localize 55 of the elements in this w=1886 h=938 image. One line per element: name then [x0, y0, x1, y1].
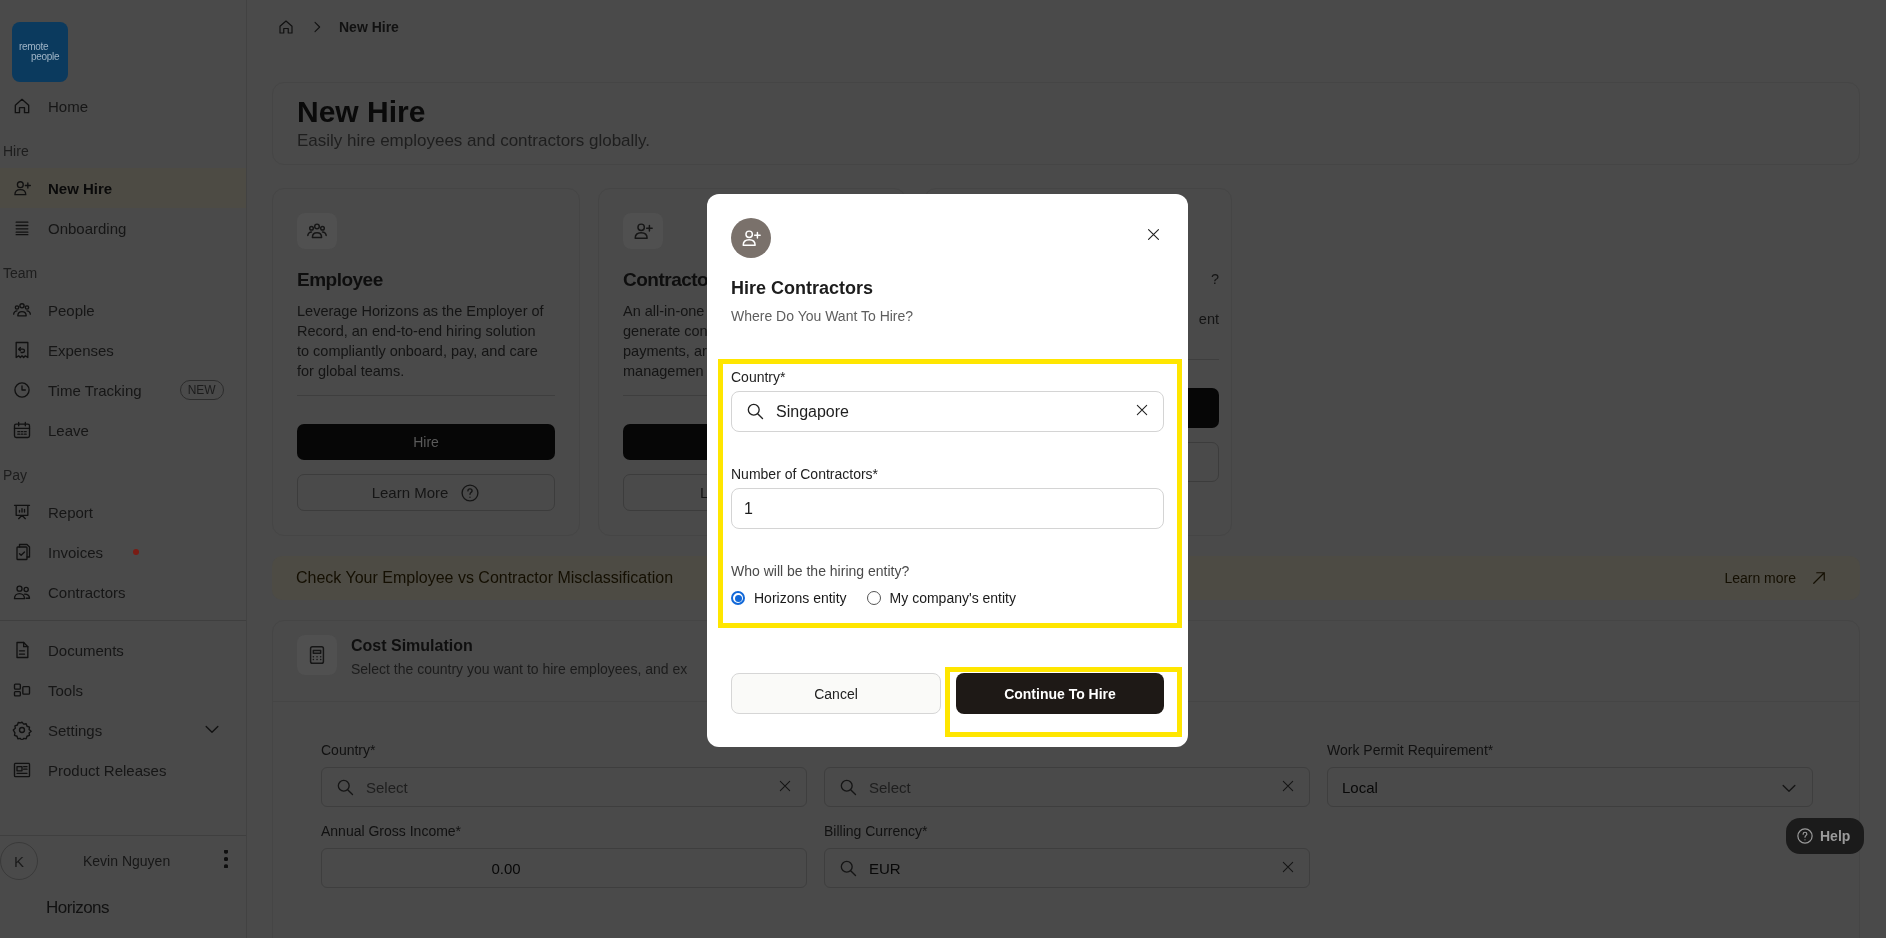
search-icon: [838, 777, 858, 797]
radio-button[interactable]: [731, 591, 745, 605]
banner-text: Check Your Employee vs Contractor Misclassification: [296, 569, 674, 587]
breadcrumb-current: New Hire: [339, 19, 399, 35]
card-title: Contracto: [623, 269, 709, 292]
card-title: Employee: [297, 269, 383, 292]
brand-logo: Horizons: [46, 898, 111, 918]
help-button[interactable]: Help: [1786, 818, 1865, 854]
number-field[interactable]: 1: [731, 488, 1164, 529]
arrow-up-right-icon: [1810, 569, 1828, 587]
person-plus-icon: [12, 178, 32, 198]
search-field[interactable]: EUR: [824, 848, 1310, 888]
close-icon: [1145, 226, 1162, 243]
field-label: Country*: [321, 742, 376, 758]
calendar-icon: [12, 420, 32, 440]
help-icon: [460, 482, 481, 503]
group-icon: [12, 300, 32, 320]
clear-icon: [1280, 859, 1296, 875]
field-label: Work Permit Requirement*: [1327, 742, 1494, 758]
dropdown-field[interactable]: Local: [1327, 767, 1813, 807]
dialog-title: Hire Contractors: [731, 278, 875, 299]
hire-button[interactable]: Hire: [297, 424, 555, 461]
radio-option[interactable]: My company's entity: [866, 590, 1016, 606]
card-description: ?: [1210, 270, 1219, 289]
logo: remote people: [12, 22, 68, 82]
clear-icon: [777, 778, 793, 794]
learn-more-link[interactable]: Learn more: [1724, 569, 1828, 587]
help-icon: [1796, 827, 1814, 845]
amount-field[interactable]: 0.00: [321, 848, 807, 888]
continue-button[interactable]: Continue To Hire: [956, 673, 1164, 714]
search-icon: [838, 858, 858, 878]
clock-icon: [12, 380, 32, 400]
field-label: Annual Gross Income*: [321, 823, 462, 839]
dialog-subtitle: Where Do You Want To Hire?: [731, 308, 915, 324]
field-label: Number of Contractors*: [731, 466, 879, 482]
search-field[interactable]: Singapore: [731, 391, 1164, 432]
nav-item[interactable]: New Hire: [0, 168, 246, 208]
more-icon: [224, 850, 228, 868]
question-text: Who will be the hiring entity?: [731, 563, 911, 579]
home-icon: [277, 18, 295, 36]
clear-icon: [1280, 778, 1296, 794]
radio-option[interactable]: Horizons entity: [731, 590, 847, 606]
search-icon: [335, 777, 355, 797]
home-icon: [12, 96, 32, 116]
field-label: Country*: [731, 369, 786, 385]
person-plus-icon: [740, 227, 762, 249]
page-title: New Hire: [297, 95, 427, 129]
newspaper-icon: [12, 760, 32, 780]
cancel-button[interactable]: Cancel: [731, 673, 941, 714]
section-title: Cost Simulation: [351, 637, 474, 655]
settings-icon: [12, 720, 32, 740]
chart-board-icon: [12, 502, 32, 522]
field-label: Billing Currency*: [824, 823, 928, 839]
search-icon: [745, 401, 765, 421]
clear-icon: [1134, 402, 1150, 418]
